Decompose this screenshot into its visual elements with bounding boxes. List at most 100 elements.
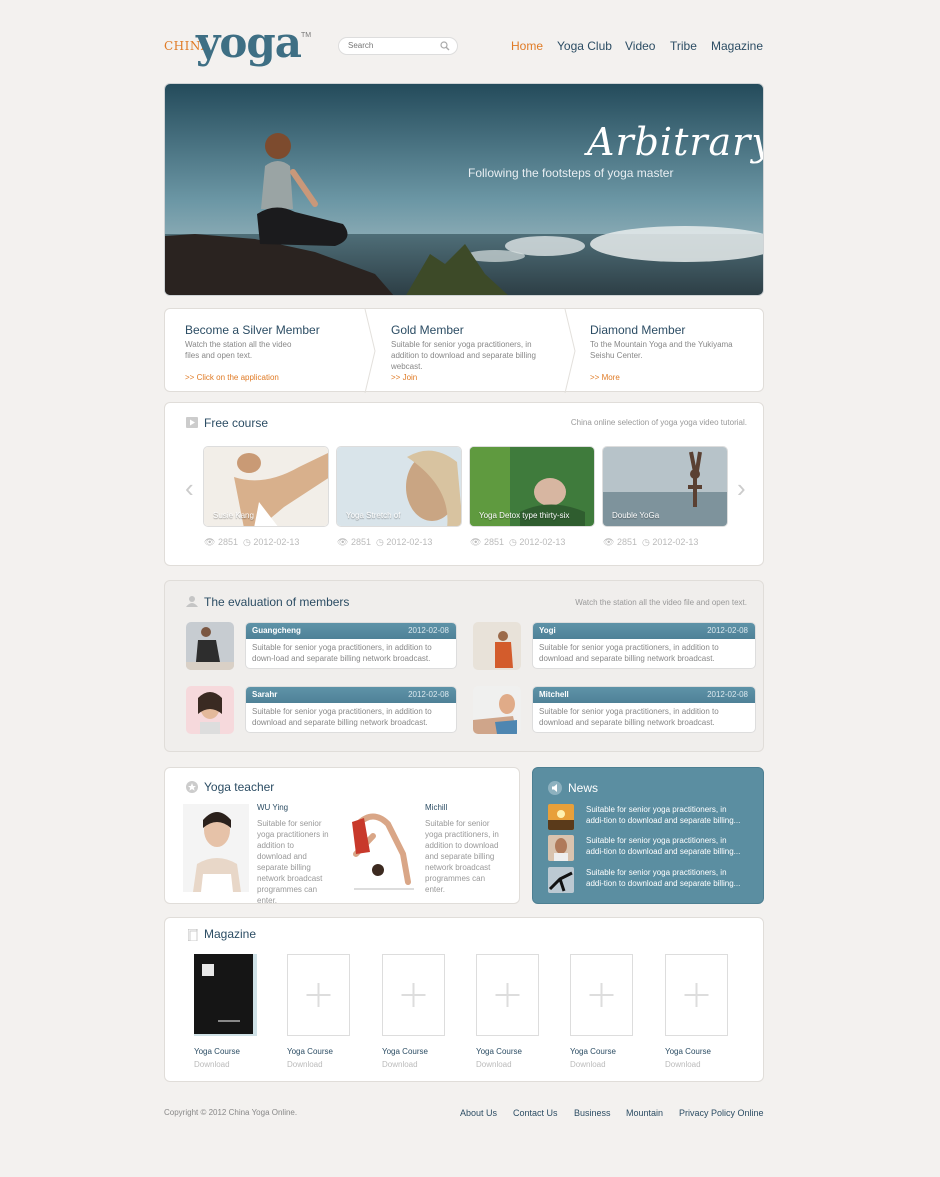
avatar[interactable]	[186, 686, 234, 734]
view-count: 2851	[217, 537, 238, 547]
magazine-title[interactable]: Yoga Course	[476, 1047, 522, 1056]
magazine-download-link[interactable]: Download	[287, 1060, 323, 1069]
nav-yoga-club[interactable]: Yoga Club	[557, 39, 612, 53]
membership-title: Diamond Member	[590, 323, 686, 337]
membership-desc: Watch the station all the video files an…	[185, 340, 292, 360]
footer-link-contact[interactable]: Contact Us	[513, 1108, 558, 1118]
section-note: Watch the station all the video file and…	[575, 598, 747, 607]
plus-icon	[495, 983, 520, 1007]
document-icon	[188, 929, 198, 941]
course-thumb[interactable]: Double YoGa	[602, 446, 728, 527]
reviewer-name[interactable]: Guangcheng	[252, 626, 301, 635]
membership-link[interactable]: >> Click on the application	[185, 373, 279, 382]
plus-icon	[401, 983, 426, 1007]
magazine-title[interactable]: Yoga Course	[287, 1047, 333, 1056]
reviewer-name[interactable]: Mitchell	[539, 690, 569, 699]
teacher-name[interactable]: Michill	[425, 803, 447, 812]
star-icon	[186, 781, 198, 793]
course-caption: Yoga Detox type thirty-six	[479, 511, 570, 520]
magazine-download-link[interactable]: Download	[665, 1060, 701, 1069]
news-thumb	[548, 835, 574, 861]
review-item: Mitchell 2012-02-08 Suitable for senior y…	[473, 686, 756, 734]
carousel-next-button[interactable]: ›	[737, 473, 746, 504]
membership-desc: To the Mountain Yoga and the Yukiyama Se…	[590, 340, 733, 360]
news-item[interactable]: Suitable for senior yoga practitioners, …	[548, 835, 758, 861]
magazine-download-link[interactable]: Download	[194, 1060, 230, 1069]
plus-icon	[684, 983, 709, 1007]
separator-chevron	[564, 309, 576, 393]
section-title: Yoga teacher	[204, 780, 275, 794]
avatar[interactable]	[186, 622, 234, 670]
news-thumb	[548, 804, 574, 830]
review-date: 2012-02-08	[707, 626, 748, 635]
review-date: 2012-02-08	[408, 626, 449, 635]
reviewer-name[interactable]: Sarahr	[252, 690, 277, 699]
review-item: Sarahr 2012-02-08 Suitable for senior yog…	[186, 686, 457, 734]
nav-home[interactable]: Home	[511, 39, 543, 53]
teacher-photo[interactable]	[183, 804, 249, 892]
separator-chevron	[364, 309, 376, 393]
membership-diamond: Diamond Member To the Mountain Yoga and …	[590, 309, 760, 393]
course-caption: Yoga Stretch of	[346, 511, 401, 520]
magazine-placeholder	[665, 954, 728, 1036]
view-count: 2851	[483, 537, 504, 547]
membership-link[interactable]: >> Join	[391, 373, 417, 382]
magazine-download-link[interactable]: Download	[476, 1060, 512, 1069]
footer-link-mountain[interactable]: Mountain	[626, 1108, 663, 1118]
teacher-name[interactable]: WU Ying	[257, 803, 288, 812]
nav-video[interactable]: Video	[625, 39, 655, 53]
nav-tribe[interactable]: Tribe	[670, 39, 697, 53]
avatar[interactable]	[473, 686, 521, 734]
magazine-item[interactable]: Yoga Course Download	[382, 954, 445, 1069]
magazine-download-link[interactable]: Download	[570, 1060, 606, 1069]
course-thumb[interactable]: Susie Kang	[203, 446, 329, 527]
magazine-item[interactable]: Yoga Course Download	[194, 954, 257, 1069]
teacher-desc: Suitable for senior yoga practitioners i…	[257, 819, 329, 905]
review-bubble: Yogi 2012-02-08 Suitable for senior yoga …	[532, 622, 756, 669]
news-item[interactable]: Suitable for senior yoga practitioners, …	[548, 867, 758, 893]
plus-icon	[589, 983, 614, 1007]
review-bubble: Sarahr 2012-02-08 Suitable for senior yog…	[245, 686, 457, 733]
footer-link-business[interactable]: Business	[574, 1108, 611, 1118]
magazine-title[interactable]: Yoga Course	[665, 1047, 711, 1056]
review-text: Suitable for senior yoga practitioners, …	[539, 643, 719, 663]
nav-magazine[interactable]: Magazine	[711, 39, 763, 53]
avatar[interactable]	[473, 622, 521, 670]
course-thumb[interactable]: Yoga Stretch of	[336, 446, 462, 527]
footer-link-privacy[interactable]: Privacy Policy Online	[679, 1108, 764, 1118]
logo-trademark: TM	[301, 32, 312, 39]
magazine-panel: Magazine Yoga Course Download Yoga Cours…	[164, 917, 764, 1082]
magazine-item[interactable]: Yoga Course Download	[476, 954, 539, 1069]
membership-link[interactable]: >> More	[590, 373, 620, 382]
section-title: Magazine	[204, 927, 257, 941]
course-thumb[interactable]: Yoga Detox type thirty-six	[469, 446, 595, 527]
news-text: Suitable for senior yoga practitioners, …	[586, 836, 741, 856]
news-panel: News Suitable for senior yoga practition…	[532, 767, 764, 904]
review-date: 2012-02-08	[408, 690, 449, 699]
membership-desc: Suitable for senior yoga practitioners, …	[391, 340, 536, 371]
course-date: 2012-02-13	[652, 537, 699, 547]
review-item: Guangcheng 2012-02-08 Suitable for senior…	[186, 622, 457, 670]
membership-title: Become a Silver Member	[185, 323, 320, 337]
reviewer-name[interactable]: Yogi	[539, 626, 556, 635]
news-thumb	[548, 867, 574, 893]
magazine-item[interactable]: Yoga Course Download	[287, 954, 350, 1069]
magazine-title[interactable]: Yoga Course	[570, 1047, 616, 1056]
membership-title: Gold Member	[391, 323, 464, 337]
hero-banner[interactable]: Arbitrary Following the footsteps of yog…	[164, 83, 764, 296]
member-evaluation-panel: The evaluation of members Watch the stat…	[164, 580, 764, 752]
carousel-prev-button[interactable]: ‹	[185, 473, 194, 504]
review-header: Yogi 2012-02-08	[533, 623, 755, 639]
section-title: News	[568, 781, 599, 795]
magazine-item[interactable]: Yoga Course Download	[665, 954, 728, 1069]
magazine-title[interactable]: Yoga Course	[194, 1047, 240, 1056]
review-text: Suitable for senior yoga practitioners, …	[252, 643, 432, 663]
hero-subtitle: Following the footsteps of yoga master	[468, 166, 674, 180]
teacher-photo[interactable]	[348, 804, 414, 890]
footer-link-about[interactable]: About Us	[460, 1108, 497, 1118]
magazine-title[interactable]: Yoga Course	[382, 1047, 428, 1056]
news-item[interactable]: Suitable for senior yoga practitioners, …	[548, 804, 758, 830]
section-title: The evaluation of members	[204, 595, 350, 609]
magazine-item[interactable]: Yoga Course Download	[570, 954, 633, 1069]
magazine-download-link[interactable]: Download	[382, 1060, 418, 1069]
